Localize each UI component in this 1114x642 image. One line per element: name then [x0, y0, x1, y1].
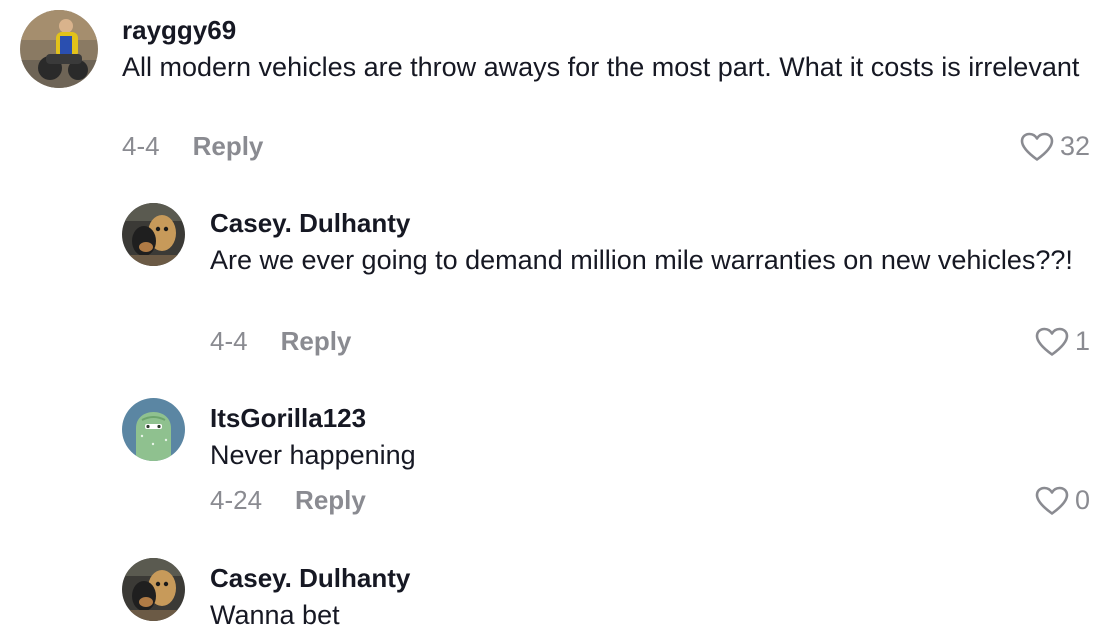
comment-itsgorilla123: ItsGorilla123 Never happening 4-24 Reply …: [0, 390, 1114, 540]
like-button[interactable]: 1: [1035, 326, 1090, 357]
avatar-photo-icon: [20, 10, 98, 88]
comment-text: Never happening: [210, 440, 416, 470]
comment-casey-dulhanty: Casey. Dulhanty Wanna bet: [0, 550, 1114, 642]
comment-text: Are we ever going to demand million mile…: [210, 245, 1073, 275]
avatar[interactable]: [122, 203, 185, 266]
comment-username[interactable]: rayggy69: [122, 14, 1082, 46]
avatar-photo-icon: [122, 203, 185, 266]
avatar[interactable]: [122, 558, 185, 621]
comment-meta: 4-24 Reply: [210, 485, 366, 516]
comment-username[interactable]: ItsGorilla123: [210, 402, 1080, 434]
reply-button[interactable]: Reply: [193, 131, 264, 162]
like-count: 0: [1074, 485, 1090, 515]
comment-text: Wanna bet: [210, 600, 340, 630]
heart-outline-icon: [1035, 486, 1069, 515]
like-button[interactable]: 0: [1035, 485, 1090, 516]
comment-meta: 4-4 Reply: [122, 131, 263, 162]
comment-meta: 4-4 Reply: [210, 326, 351, 357]
like-button[interactable]: 32: [1020, 131, 1090, 162]
avatar[interactable]: [20, 10, 98, 88]
like-count: 32: [1059, 131, 1090, 161]
comment-username[interactable]: Casey. Dulhanty: [210, 207, 1080, 239]
comment-date: 4-24: [210, 485, 263, 515]
comment-rayggy69: rayggy69 All modern vehicles are throw a…: [0, 0, 1114, 175]
reply-button[interactable]: Reply: [281, 326, 352, 357]
comment-casey-dulhanty: Casey. Dulhanty Are we ever going to dem…: [0, 195, 1114, 370]
heart-outline-icon: [1035, 327, 1069, 356]
comment-text: All modern vehicles are throw aways for …: [122, 52, 1080, 82]
reply-button[interactable]: Reply: [295, 485, 366, 516]
comment-username[interactable]: Casey. Dulhanty: [210, 562, 1080, 594]
avatar[interactable]: [122, 398, 185, 461]
heart-outline-icon: [1020, 132, 1054, 161]
gorilla-avatar-icon: [122, 398, 185, 461]
avatar-photo-icon: [122, 558, 185, 621]
comment-date: 4-4: [122, 131, 160, 161]
comment-date: 4-4: [210, 326, 248, 356]
like-count: 1: [1074, 326, 1090, 356]
